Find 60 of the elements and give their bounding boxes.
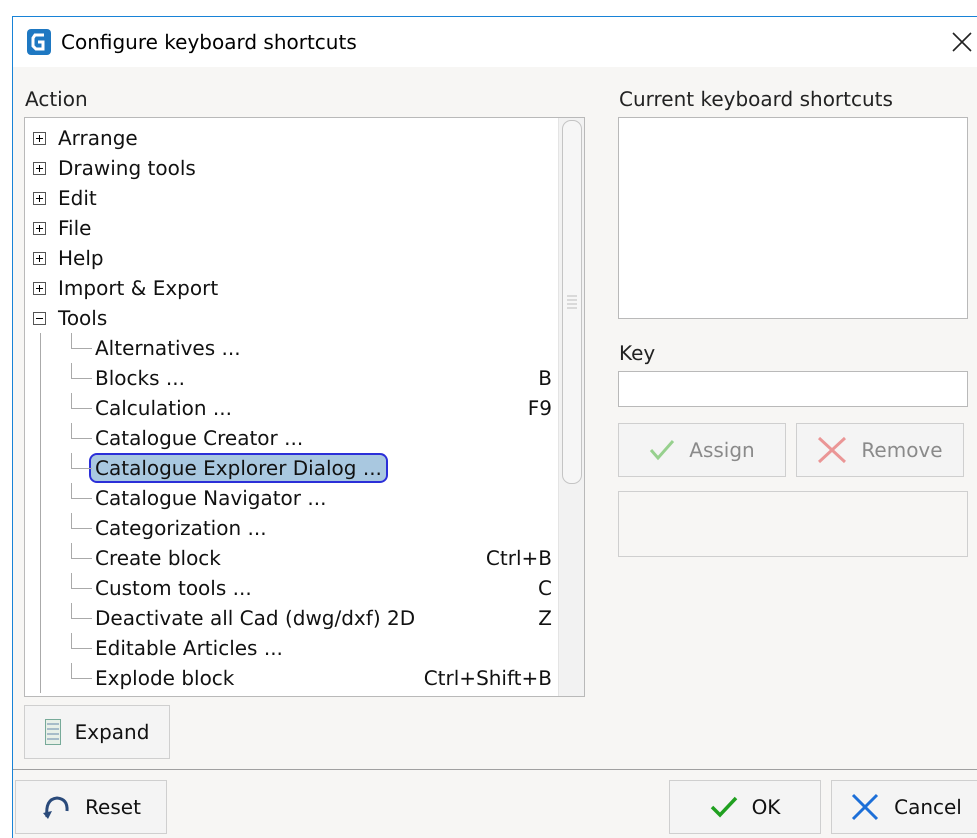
tree-item[interactable]: Editable Articles ...	[91, 635, 287, 661]
tree-item[interactable]: Deactivate all Cad (dwg/dxf) 2D	[91, 605, 420, 631]
key-label: Key	[618, 340, 656, 367]
tree-item[interactable]: Custom tools ...	[91, 575, 256, 601]
tree-item[interactable]: Catalogue Navigator ...	[91, 485, 330, 511]
tree-branch-line	[71, 333, 92, 349]
app-logo-icon	[27, 29, 51, 55]
plus-box-icon[interactable]	[33, 252, 46, 264]
tree-item[interactable]: Blocks ...	[91, 365, 189, 391]
tree-item[interactable]: Create block	[91, 545, 225, 571]
cross-icon	[850, 792, 880, 822]
shortcut-text: C	[538, 576, 552, 600]
list-icon	[44, 719, 61, 745]
tree-group[interactable]: Drawing tools	[58, 156, 196, 180]
expand-button[interactable]: Expand	[24, 705, 170, 759]
tree-group[interactable]: Tools	[58, 306, 108, 330]
tree-item[interactable]: Catalogue Explorer Dialog ...	[91, 455, 386, 481]
tree-group[interactable]: Import & Export	[58, 276, 218, 300]
plus-box-icon[interactable]	[33, 162, 46, 174]
shortcut-text: Ctrl+B	[486, 546, 552, 570]
plus-box-icon[interactable]	[33, 282, 46, 294]
tree-branch-line	[71, 663, 92, 679]
checkmark-icon	[710, 796, 738, 818]
tree-branch-line	[71, 363, 92, 379]
cross-icon	[817, 436, 848, 464]
tree-branch-line	[71, 423, 92, 439]
tree-group[interactable]: Help	[58, 246, 104, 270]
tree-item[interactable]: Alternatives ...	[91, 335, 245, 361]
shortcut-text: Ctrl+Shift+B	[424, 666, 552, 690]
tree-branch-line	[71, 573, 92, 589]
tree-group[interactable]: Edit	[58, 186, 97, 210]
minus-box-icon[interactable]	[33, 312, 46, 324]
tree-branch-line	[71, 543, 92, 559]
shortcut-text: B	[538, 366, 552, 390]
checkmark-icon	[649, 439, 676, 461]
window-title: Configure keyboard shortcuts	[61, 30, 358, 54]
shortcut-text: F9	[528, 396, 552, 420]
plus-box-icon[interactable]	[33, 132, 46, 144]
tree-group[interactable]: File	[58, 216, 92, 240]
shortcut-text: Z	[538, 606, 552, 630]
tree-group[interactable]: Arrange	[58, 126, 138, 150]
tree-item[interactable]: Categorization ...	[91, 515, 271, 541]
key-field[interactable]	[618, 371, 968, 407]
tree-branch-line	[71, 603, 92, 619]
tree-item[interactable]: Explode block	[91, 665, 238, 691]
tree-branch-line	[71, 483, 92, 499]
plus-box-icon[interactable]	[33, 222, 46, 234]
reset-button[interactable]: Reset	[15, 780, 167, 834]
tree-item[interactable]: Calculation ...	[91, 395, 236, 421]
plus-box-icon[interactable]	[33, 192, 46, 204]
tree-branch-line	[71, 633, 92, 649]
tree-item[interactable]: Catalogue Creator ...	[91, 425, 308, 451]
scrollbar-thumb[interactable]	[562, 120, 582, 484]
current-shortcuts-label: Current keyboard shortcuts	[618, 86, 894, 113]
ok-button[interactable]: OK	[669, 780, 821, 834]
action-label: Action	[24, 86, 89, 113]
close-icon[interactable]	[951, 31, 973, 53]
tree-branch-line	[71, 393, 92, 409]
cancel-button[interactable]: Cancel	[831, 780, 977, 834]
tree-branch-line	[71, 513, 92, 529]
